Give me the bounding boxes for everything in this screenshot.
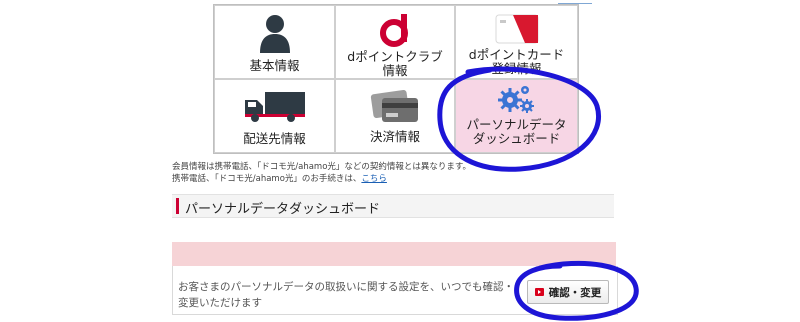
payment-cards-icon (370, 89, 418, 122)
section-accent-bar (176, 198, 179, 214)
d-logo-icon (380, 14, 408, 47)
tile-basic-info[interactable]: 基本情報 (214, 5, 335, 79)
truck-icon (244, 92, 305, 122)
procedure-link[interactable]: こちら (361, 174, 387, 184)
tile-label: 基本情報 (249, 58, 300, 73)
section-heading: パーソナルデータダッシュボード (172, 194, 614, 218)
card-icon (495, 14, 538, 44)
tile-dpoint-card[interactable]: dポイントカード 登録情報 (455, 5, 578, 79)
member-info-note: 会員情報は携帯電話、「ドコモ光/ahamo光」などの契約情報とは異なります。 (172, 162, 472, 172)
tile-label: パーソナルデータ ダッシュボード (466, 117, 567, 146)
gears-icon (497, 86, 534, 113)
info-description: お客さまのパーソナルデータの取扱いに関する設定を、いつでも確認・変更いただけます (178, 281, 514, 309)
tile-label: dポイントカード 登録情報 (468, 47, 565, 76)
procedure-note: 携帯電話、「ドコモ光/ahamo光」のお手続きは、こちら (172, 174, 387, 185)
confirm-change-label: 確認・変更 (548, 286, 602, 299)
tile-shipping-info[interactable]: 配送先情報 (214, 79, 335, 153)
tile-payment-info[interactable]: 決済情報 (335, 79, 455, 153)
section-title: パーソナルデータダッシュボード (185, 202, 381, 217)
info-header-bar (172, 242, 616, 266)
tile-label: dポイントクラブ 情報 (347, 50, 442, 78)
person-icon (259, 15, 290, 53)
arrow-right-icon (534, 288, 544, 296)
confirm-change-button[interactable]: 確認・変更 (527, 280, 609, 304)
tile-label: 決済情報 (369, 129, 420, 144)
menu-tile-grid: 基本情報 dポイントクラブ 情報 dポイントカード 登録情報 配送先情報 決済情… (213, 4, 579, 154)
tile-label: 配送先情報 (243, 131, 306, 146)
procedure-note-text: 携帯電話、「ドコモ光/ahamo光」のお手続きは、 (172, 174, 362, 184)
tile-personal-data-dashboard[interactable]: パーソナルデータ ダッシュボード (455, 79, 578, 153)
tile-label-line1: dポイントクラブ 情報 (347, 49, 443, 78)
tile-dpoint-club[interactable]: dポイントクラブ 情報 (335, 5, 455, 79)
